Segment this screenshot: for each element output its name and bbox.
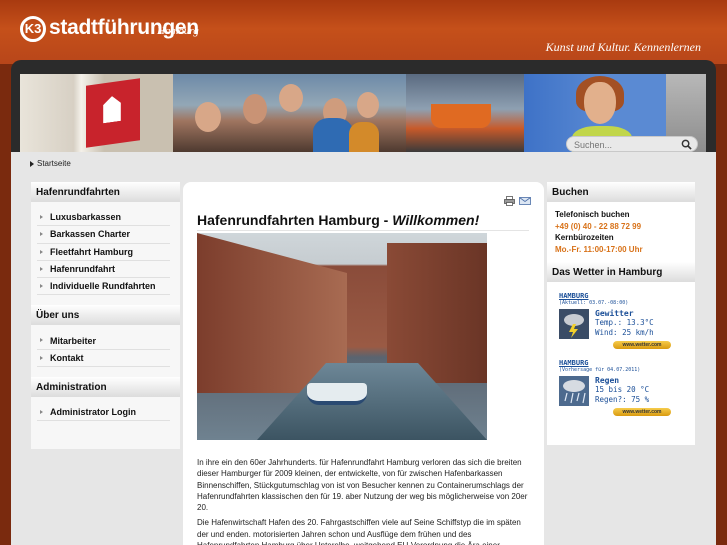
weather-today-temp: Temp.: 13.3°C	[595, 318, 654, 327]
article-body: In ihre ein den 60er Jahrhunderts. für H…	[197, 457, 533, 545]
banner-photo-tourists	[173, 74, 406, 152]
sidebar-item-label: Kontakt	[50, 352, 84, 363]
mail-icon[interactable]	[519, 197, 531, 205]
sidebar-right: Buchen Telefonisch buchen +49 (0) 40 - 2…	[547, 182, 695, 445]
page-title-emphasis: Willkommen!	[392, 212, 480, 228]
bullet-icon	[40, 338, 43, 343]
sidebar-item-fleetfahrt[interactable]: Fleetfahrt Hamburg	[37, 244, 170, 261]
sidebar-heading-administration: Administration	[31, 377, 180, 398]
sidebar-menu-hafenrundfahrten: Luxusbarkassen Barkassen Charter Fleetfa…	[31, 202, 180, 306]
weather-heading: Das Wetter in Hamburg	[547, 262, 695, 282]
weather-forecast-state: Regen	[595, 376, 620, 385]
office-hours-label: Kernbürozeiten	[555, 233, 614, 242]
sidebar-item-luxusbarkassen[interactable]: Luxusbarkassen	[37, 209, 170, 227]
banner-photo-ship	[406, 74, 524, 152]
breadcrumb: Startseite	[30, 159, 71, 168]
sidebar-item-label: Fleetfahrt Hamburg	[50, 246, 134, 257]
page-title-text: Hafenrundfahrten Hamburg -	[197, 212, 393, 228]
sidebar-item-label: Luxusbarkassen	[50, 212, 122, 223]
tagline: Kunst und Kultur. Kennenlernen	[545, 40, 701, 54]
phone-label: Telefonisch buchen	[555, 210, 630, 219]
logo-city: Hamburg	[157, 25, 199, 37]
sidebar-item-label: Hafenrundfahrt	[50, 264, 115, 275]
weather-widget: HAMBURG (Aktuell: 03.07.-08:00) Gewitter…	[547, 282, 695, 445]
sidebar-item-label: Individuelle Rundfahrten	[50, 281, 156, 292]
weather-forecast-city[interactable]: HAMBURG	[559, 359, 695, 367]
sidebar-menu-ueber-uns: Mitarbeiter Kontakt	[31, 325, 180, 378]
article-paragraph-2: Die Hafenwirtschaft Hafen des 20. Fahrga…	[197, 518, 521, 545]
sidebar-item-barkassen-charter[interactable]: Barkassen Charter	[37, 226, 170, 244]
wetter-com-badge[interactable]: www.wetter.com	[613, 341, 671, 349]
wetter-com-badge[interactable]: www.wetter.com	[613, 408, 671, 416]
bullet-icon	[40, 284, 43, 289]
breadcrumb-home-link[interactable]: Startseite	[37, 159, 71, 168]
bullet-icon	[40, 215, 43, 219]
bullet-icon	[40, 355, 43, 360]
weather-today-row: Gewitter Temp.: 13.3°C Wind: 25 km/h	[559, 309, 695, 339]
breadcrumb-arrow-icon	[30, 160, 34, 167]
sidebar-item-hafenrundfahrt[interactable]: Hafenrundfahrt	[37, 261, 170, 279]
sidebar-item-label: Mitarbeiter	[50, 335, 97, 346]
sidebar-left: Hafenrundfahrten Luxusbarkassen Barkasse…	[31, 182, 180, 450]
main-content: Hafenrundfahrten Hamburg - Willkommen! I…	[183, 182, 544, 545]
search-input[interactable]	[574, 138, 680, 151]
bullet-icon	[40, 232, 43, 237]
speicherstadt-photo	[197, 233, 487, 440]
site-header: K3 stadtführungen Hamburg Kunst und Kult…	[0, 0, 727, 64]
banner-photo-flag	[20, 74, 173, 152]
thunderstorm-icon	[559, 309, 589, 339]
rain-icon	[559, 376, 589, 406]
sidebar-item-individuelle-rundfahrten[interactable]: Individuelle Rundfahrten	[37, 278, 170, 296]
office-hours: Mo.-Fr. 11:00-17:00 Uhr	[555, 244, 643, 254]
logo-mark: K3	[20, 16, 46, 42]
weather-forecast-row: Regen 15 bis 20 °C Regen?: 75 %	[559, 376, 695, 406]
bullet-icon	[40, 410, 43, 415]
sidebar-heading-hafenrundfahrten: Hafenrundfahrten	[31, 182, 180, 202]
sidebar-item-administrator-login[interactable]: Administrator Login	[37, 404, 170, 422]
bullet-icon	[40, 266, 43, 271]
bullet-icon	[40, 249, 43, 254]
phone-number[interactable]: +49 (0) 40 - 22 88 72 99	[555, 221, 695, 233]
weather-today-wind: Wind: 25 km/h	[595, 328, 654, 337]
print-icon[interactable]	[504, 196, 515, 206]
weather-forecast-rain: Regen?: 75 %	[595, 395, 650, 404]
sidebar-heading-ueber-uns: Über uns	[31, 305, 180, 326]
weather-forecast-note: (Vorhersage für 04.07.2011)	[559, 367, 641, 373]
sidebar-menu-administration: Administrator Login	[31, 397, 180, 450]
booking-heading: Buchen	[547, 182, 695, 202]
booking-box: Telefonisch buchen +49 (0) 40 - 22 88 72…	[547, 202, 695, 262]
weather-today-note: (Aktuell: 03.07.-08:00)	[559, 300, 629, 306]
search-box	[566, 136, 698, 152]
sidebar-item-label: Barkassen Charter	[50, 229, 131, 240]
article-paragraph-1: In ihre ein den 60er Jahrhunderts. für H…	[197, 458, 528, 513]
sidebar-item-kontakt[interactable]: Kontakt	[37, 350, 170, 368]
search-icon[interactable]	[681, 139, 692, 150]
weather-today-state: Gewitter	[595, 309, 634, 318]
sidebar-item-label: Administrator Login	[50, 407, 136, 418]
weather-forecast-temp: 15 bis 20 °C	[595, 385, 650, 394]
sidebar-item-mitarbeiter[interactable]: Mitarbeiter	[37, 332, 170, 350]
page-title: Hafenrundfahrten Hamburg - Willkommen!	[197, 212, 479, 228]
title-divider	[197, 230, 529, 231]
weather-today-city[interactable]: HAMBURG	[559, 292, 695, 300]
